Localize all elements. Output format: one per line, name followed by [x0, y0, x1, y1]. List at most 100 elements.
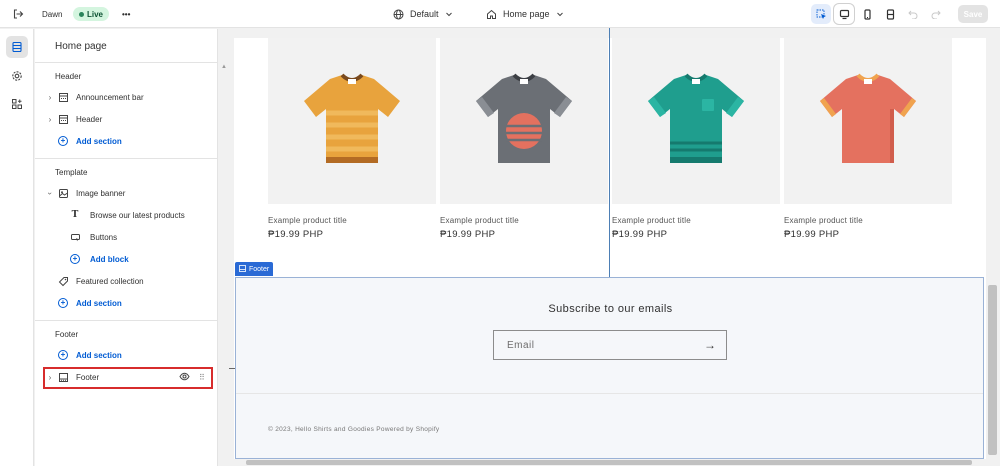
image-icon [55, 188, 71, 199]
divider [35, 62, 217, 63]
exit-icon [12, 8, 24, 20]
arrow-right-icon[interactable]: → [704, 338, 716, 352]
product-title[interactable]: Example product title [268, 216, 436, 225]
text-icon: T [71, 210, 79, 220]
plus-circle-icon: + [70, 254, 80, 264]
fullscreen-icon [885, 8, 896, 20]
apps-icon [11, 98, 23, 110]
product-image[interactable] [612, 38, 780, 204]
footer-tag-label: Footer [249, 265, 270, 273]
product-card[interactable]: Example product title ₱19.99 PHP [612, 38, 780, 240]
live-status: Live [73, 0, 110, 28]
button-icon [65, 232, 85, 243]
scroll-up-icon[interactable]: ▲ [221, 64, 227, 70]
section-label: Image banner [76, 188, 126, 198]
divider [35, 320, 217, 321]
page-label: Home page [503, 9, 550, 19]
inspector-cursor-icon [816, 9, 827, 20]
sections-tab[interactable] [6, 36, 28, 58]
add-block-button[interactable]: + Add block [65, 250, 217, 268]
chevron-right-icon[interactable]: › [45, 93, 55, 102]
live-badge: Live [73, 7, 110, 21]
section-featured-collection[interactable]: Featured collection [45, 272, 215, 290]
footer-section-preview[interactable]: Subscribe to our emails Email → © 2023, … [235, 277, 984, 459]
block-buttons[interactable]: Buttons [65, 228, 217, 246]
product-price: ₱19.99 PHP [612, 229, 668, 240]
section-label: Announcement bar [76, 92, 144, 102]
apps-tab[interactable] [6, 93, 28, 115]
left-rail [0, 29, 34, 466]
live-dot-icon [79, 11, 84, 17]
email-placeholder: Email [507, 340, 535, 351]
gear-icon [11, 70, 23, 82]
insert-marker [229, 368, 235, 369]
add-section-label: Add section [76, 350, 122, 360]
undo-button[interactable] [903, 4, 923, 24]
group-header-label: Header [55, 72, 82, 81]
product-image[interactable] [784, 38, 952, 204]
section-label: Header [76, 114, 103, 124]
page-selector[interactable]: Home page [486, 0, 564, 28]
preview-horizontal-scrollbar-thumb[interactable] [246, 460, 972, 465]
desktop-view-button[interactable] [834, 4, 854, 24]
tshirt-icon [304, 73, 400, 163]
chevron-right-icon[interactable]: › [45, 115, 55, 124]
mobile-icon [862, 8, 873, 20]
product-card[interactable]: Example product title ₱19.99 PHP [268, 38, 436, 240]
section-image-banner[interactable]: › Image banner [45, 184, 215, 202]
product-card[interactable]: Example product title ₱19.99 PHP [440, 38, 608, 240]
sections-icon [11, 41, 23, 53]
redo-button[interactable] [926, 4, 946, 24]
redo-icon [931, 9, 941, 19]
product-image[interactable] [268, 38, 436, 204]
more-actions-button[interactable]: ••• [122, 0, 130, 28]
theme-name: Dawn [42, 9, 63, 19]
add-section-header-button[interactable]: + Add section [45, 132, 215, 150]
block-label: Buttons [90, 232, 118, 242]
template-selector[interactable]: Default [393, 0, 453, 28]
section-announcement-bar[interactable]: › Announcement bar [45, 88, 215, 106]
plus-circle-icon: + [58, 136, 68, 146]
add-section-footer-button[interactable]: + Add section [45, 346, 215, 364]
inspector-button[interactable] [811, 4, 831, 24]
chevron-down-icon [445, 10, 453, 18]
top-bar: Dawn Live ••• Default Home page Save [0, 0, 1000, 28]
group-footer-label: Footer [55, 330, 79, 339]
plus-circle-icon: + [58, 350, 68, 360]
add-section-label: Add section [76, 136, 122, 146]
add-section-label: Add section [76, 298, 122, 308]
group-template-label: Template [55, 168, 88, 177]
add-section-template-button[interactable]: + Add section [45, 294, 215, 312]
template-label: Default [410, 9, 439, 19]
footer-section-highlight [43, 367, 213, 389]
tshirt-icon [648, 73, 744, 163]
globe-icon [393, 9, 404, 20]
fullscreen-view-button[interactable] [880, 4, 900, 24]
tag-icon [55, 276, 71, 287]
section-icon [55, 92, 71, 103]
sidebar-title: Home page [55, 41, 107, 52]
plus-circle-icon: + [58, 298, 68, 308]
preview-scrollbar-thumb[interactable] [988, 285, 997, 455]
product-title[interactable]: Example product title [440, 216, 608, 225]
section-header[interactable]: › Header [45, 110, 215, 128]
save-button[interactable]: Save [958, 5, 988, 23]
product-title[interactable]: Example product title [784, 216, 952, 225]
divider [236, 393, 983, 394]
block-browse-text[interactable]: T Browse our latest products [65, 206, 217, 224]
mobile-view-button[interactable] [857, 4, 877, 24]
theme-settings-tab[interactable] [6, 65, 28, 87]
sections-sidebar: Home page Header › Announcement bar › He… [35, 29, 218, 466]
email-field[interactable]: Email → [493, 330, 727, 360]
exit-button[interactable] [12, 0, 24, 28]
copyright-text: © 2023, Hello Shirts and Goodies Powered… [268, 426, 440, 433]
chevron-down-icon [556, 10, 564, 18]
product-card[interactable]: Example product title ₱19.99 PHP [784, 38, 952, 240]
footer-selection-tag[interactable]: Footer [235, 262, 274, 276]
tshirt-icon [820, 73, 916, 163]
product-price: ₱19.99 PHP [784, 229, 840, 240]
product-title[interactable]: Example product title [612, 216, 780, 225]
chevron-down-icon[interactable]: › [46, 188, 55, 198]
add-block-label: Add block [90, 254, 129, 264]
product-image[interactable] [440, 38, 608, 204]
